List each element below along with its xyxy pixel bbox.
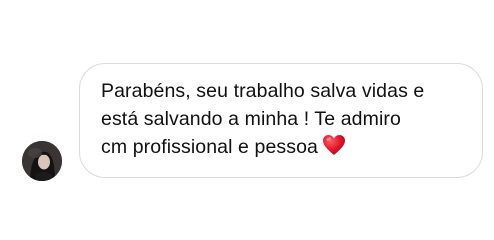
message-bubble[interactable]: Parabéns, seu trabalho salva vidas e est…: [79, 63, 483, 178]
message-line-3: cm profissional e pessoa: [101, 133, 464, 164]
message-line-2: está salvando a minha ! Te admiro: [101, 108, 401, 130]
heart-icon: [322, 134, 346, 164]
message-text: Parabéns, seu trabalho salva vidas e est…: [101, 77, 464, 164]
message-line-1: Parabéns, seu trabalho salva vidas e: [101, 80, 425, 102]
avatar[interactable]: [22, 141, 62, 181]
message-line-3-text: cm profissional e pessoa: [101, 136, 319, 158]
avatar-image: [22, 141, 62, 181]
